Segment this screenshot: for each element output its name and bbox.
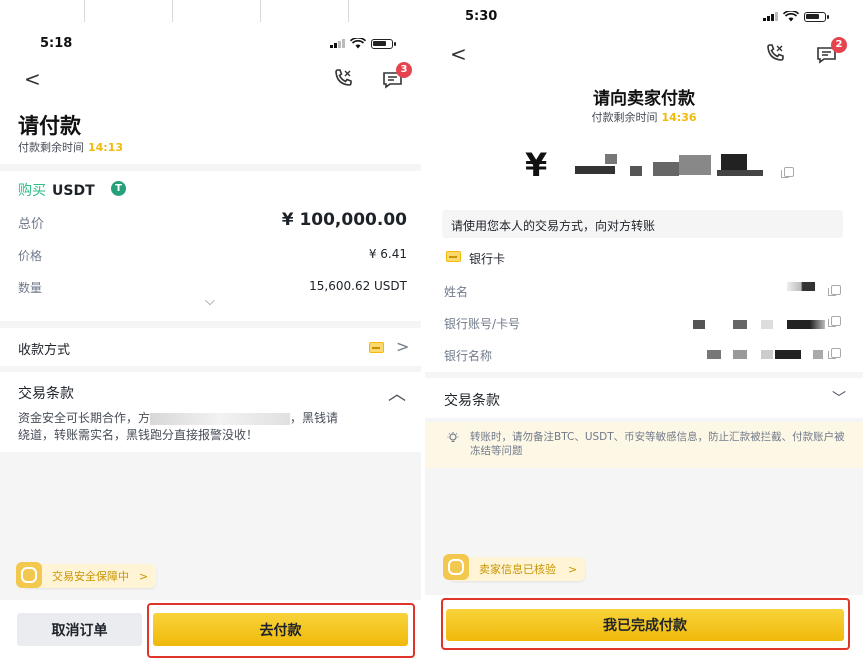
price-label: 价格 <box>18 249 43 263</box>
bank-card-icon <box>369 342 384 353</box>
battery-icon <box>804 11 829 22</box>
copy-icon[interactable] <box>828 348 841 359</box>
shield-icon <box>16 562 42 588</box>
order-type: 购买 USDT <box>18 180 95 200</box>
terms-title: 交易条款 <box>18 386 74 402</box>
back-icon[interactable]: < <box>450 42 467 66</box>
redacted-bank-name <box>707 350 721 359</box>
previous-screen-strip <box>0 0 421 22</box>
payment-amount: ¥ <box>525 146 550 184</box>
trade-guard-tag[interactable]: 交易安全保障中 > <box>22 564 157 588</box>
right-screen: 5:30 < 2 请向卖家付款 付款剩余时间 14:36 ¥ 请使用您本人的交易方… <box>425 0 863 667</box>
redacted-amount <box>717 170 763 176</box>
chevron-right-icon: > <box>568 562 578 576</box>
wifi-icon <box>350 38 366 49</box>
lightbulb-icon <box>447 432 459 443</box>
redacted-text <box>150 412 291 425</box>
copy-icon[interactable] <box>828 285 841 296</box>
qty-label: 数量 <box>18 281 43 295</box>
price-value: ¥ 6.41 <box>368 247 407 261</box>
redacted-amount <box>653 162 679 176</box>
signal-icon <box>763 12 778 21</box>
status-time: 5:30 <box>465 9 498 24</box>
copy-icon[interactable] <box>828 316 841 327</box>
signal-icon <box>330 39 345 48</box>
redacted-bank-name <box>775 350 801 359</box>
warning-banner: 转账时，请勿备注BTC、USDT、币安等敏感信息，防止汇款被拦截、付款账户被冻结… <box>425 422 863 468</box>
terms-line1-b: ，黑钱请 <box>290 411 339 425</box>
total-value: ¥ 100,000.00 <box>281 210 407 230</box>
phone-icon[interactable] <box>765 43 787 63</box>
buy-label: 购买 <box>18 183 46 199</box>
seller-verified-tag[interactable]: 卖家信息已核验 > <box>449 557 586 581</box>
chevron-up-icon[interactable]: ︿ <box>388 380 406 406</box>
bank-card-label: 银行卡 <box>469 252 506 266</box>
redacted-bank-name <box>761 350 773 359</box>
cancel-order-button[interactable]: 取消订单 <box>17 613 142 646</box>
tether-icon: T <box>111 181 126 196</box>
redacted-amount <box>630 166 642 176</box>
phone-icon[interactable] <box>333 68 355 88</box>
chevron-right-icon[interactable]: > <box>396 337 409 356</box>
message-badge: 3 <box>396 62 412 78</box>
page-title: 请付款 <box>18 114 81 138</box>
redacted-name <box>787 282 815 291</box>
battery-icon <box>371 38 396 49</box>
copy-icon[interactable] <box>781 167 794 178</box>
status-time: 5:18 <box>40 36 73 51</box>
timer-value: 14:36 <box>661 111 697 124</box>
payment-done-button[interactable]: 我已完成付款 <box>446 609 844 641</box>
payment-method-label: 收款方式 <box>18 343 71 358</box>
redacted-amount <box>605 154 617 164</box>
payment-notice: 请使用您本人的交易方式，向对方转账 <box>442 210 843 238</box>
timer-value: 14:13 <box>88 141 124 154</box>
message-badge: 2 <box>831 37 847 53</box>
total-label: 总价 <box>18 217 45 232</box>
terms-line1-a: 资金安全可长期合作，方 <box>18 411 151 425</box>
redacted-account <box>693 320 705 329</box>
qty-value: 15,600.62 USDT <box>309 279 407 293</box>
page-title: 请向卖家付款 <box>593 89 695 109</box>
status-icons <box>763 11 829 22</box>
chevron-right-icon: > <box>139 569 149 583</box>
redacted-bank-name <box>733 350 747 359</box>
payment-timer: 付款剩余时间 14:13 <box>18 139 123 155</box>
timer-label: 付款剩余时间 <box>591 111 658 124</box>
timer-label: 付款剩余时间 <box>18 141 84 154</box>
redacted-account <box>761 320 773 329</box>
go-pay-button[interactable]: 去付款 <box>153 613 408 646</box>
status-icons <box>330 38 396 49</box>
bank-name-label: 银行名称 <box>444 349 493 363</box>
shield-icon <box>443 554 469 580</box>
left-screen: 5:18 < 3 请付款 付款剩余时间 14:13 购买 USDT T 总价 ¥ 1… <box>0 0 421 667</box>
terms-line2: 绕道，转账需实名，黑钱跑分直接报警没收！ <box>18 428 259 442</box>
seller-verified-label: 卖家信息已核验 <box>479 563 556 576</box>
bank-card-icon <box>446 251 461 262</box>
coin-name: USDT <box>52 183 95 199</box>
terms-text: 资金安全可长期合作，方 ，黑钱请 绕道，转账需实名，黑钱跑分直接报警没收！ <box>18 410 413 444</box>
payment-timer: 付款剩余时间 14:36 <box>425 109 863 125</box>
wifi-icon <box>783 11 799 22</box>
chevron-down-icon[interactable]: ⌵ <box>205 294 215 309</box>
redacted-amount <box>679 155 711 175</box>
redacted-bank-name <box>813 350 823 359</box>
trade-guard-label: 交易安全保障中 <box>52 570 129 583</box>
back-icon[interactable]: < <box>24 67 41 91</box>
redacted-account <box>787 320 825 329</box>
redacted-account <box>733 320 747 329</box>
account-label: 银行账号/卡号 <box>444 317 521 331</box>
name-label: 姓名 <box>444 285 469 299</box>
chevron-down-icon[interactable]: ﹀ <box>832 388 846 408</box>
terms-title: 交易条款 <box>444 393 500 409</box>
redacted-amount <box>575 166 615 174</box>
redacted-amount <box>721 154 747 170</box>
